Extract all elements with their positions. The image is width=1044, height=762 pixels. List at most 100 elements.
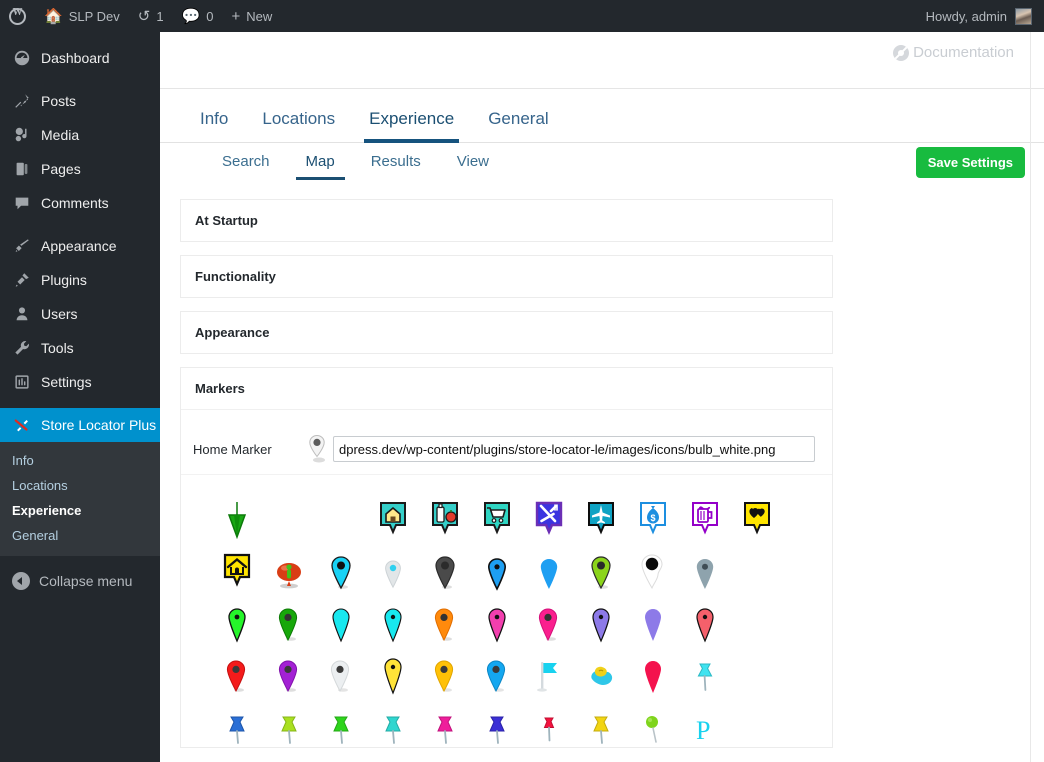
cyan-pushpin-marker[interactable] xyxy=(679,649,731,695)
marker-icon-grid: $ P xyxy=(181,475,832,747)
submenu-item-experience[interactable]: Experience xyxy=(0,498,160,523)
sidebar-item-users[interactable]: Users xyxy=(0,297,160,331)
cyan-flag-marker[interactable] xyxy=(523,649,575,695)
panel-at-startup[interactable]: At Startup xyxy=(180,199,833,242)
purple-plain-pin-marker[interactable] xyxy=(627,597,679,643)
subtab-search[interactable]: Search xyxy=(204,153,288,180)
sidebar-item-tools[interactable]: Tools xyxy=(0,331,160,365)
bank-tag-marker[interactable]: $ xyxy=(627,493,679,539)
primary-tab-bar: Info Locations Experience General xyxy=(160,89,1044,143)
marker-row: P xyxy=(181,695,832,747)
groceries-tag-marker[interactable] xyxy=(419,493,471,539)
submenu-item-general[interactable]: General xyxy=(0,523,160,548)
favorites-tag-marker[interactable] xyxy=(731,493,783,539)
blue-pushpin-marker[interactable] xyxy=(211,701,263,747)
red-person-balloon-marker[interactable] xyxy=(263,545,315,591)
sidebar-item-dashboard[interactable]: Dashboard xyxy=(0,41,160,75)
sidebar-item-posts[interactable]: Posts xyxy=(0,84,160,118)
blue-teardrop-marker[interactable] xyxy=(471,545,523,591)
indigo-pushpin-marker[interactable] xyxy=(471,701,523,747)
new-label: New xyxy=(246,8,273,24)
marker-row: $ xyxy=(181,487,832,539)
site-name-menu[interactable]: 🏠 SLP Dev xyxy=(35,0,129,32)
cyan-pin-marker[interactable] xyxy=(315,597,367,643)
parking-marker[interactable]: P xyxy=(679,701,731,747)
lime-pushpin-marker[interactable] xyxy=(263,701,315,747)
panel-functionality[interactable]: Functionality xyxy=(180,255,833,298)
pink-pin-marker[interactable] xyxy=(523,597,575,643)
airport-tag-marker[interactable] xyxy=(575,493,627,539)
bar-tag-marker[interactable] xyxy=(679,493,731,539)
home-marker-input[interactable] xyxy=(333,436,815,462)
salmon-pin-marker[interactable] xyxy=(679,597,731,643)
magenta-pin-marker[interactable] xyxy=(471,597,523,643)
tab-general[interactable]: General xyxy=(471,109,565,142)
green-teardrop-marker[interactable] xyxy=(575,545,627,591)
azure-pin-marker[interactable] xyxy=(471,649,523,695)
black-outline-teardrop-marker[interactable] xyxy=(627,545,679,591)
panel-appearance[interactable]: Appearance xyxy=(180,311,833,354)
subtab-map[interactable]: Map xyxy=(288,153,353,180)
site-name-label: SLP Dev xyxy=(68,8,120,24)
submenu-item-info[interactable]: Info xyxy=(0,448,160,473)
shopping-cart-tag-marker[interactable] xyxy=(471,493,523,539)
green-pushpin-marker[interactable] xyxy=(315,701,367,747)
tab-info[interactable]: Info xyxy=(186,109,245,142)
tab-experience[interactable]: Experience xyxy=(352,109,471,143)
green-ball-pin-marker[interactable] xyxy=(627,701,679,747)
media-icon xyxy=(12,125,32,145)
violet-pin-marker[interactable] xyxy=(575,597,627,643)
comments-menu[interactable]: 💬 0 xyxy=(173,0,223,32)
home-icon: 🏠 xyxy=(44,7,63,25)
slate-teardrop-marker[interactable] xyxy=(679,545,731,591)
sidebar-item-label: Users xyxy=(41,306,78,322)
documentation-link[interactable]: Documentation xyxy=(893,44,1014,61)
dashboard-icon xyxy=(12,48,32,68)
green-down-arrow-marker[interactable] xyxy=(211,493,263,539)
new-content-menu[interactable]: + New xyxy=(223,0,282,32)
dark-green-pin-marker[interactable] xyxy=(263,597,315,643)
collapse-menu-button[interactable]: Collapse menu xyxy=(0,564,160,598)
blue-plain-teardrop-marker[interactable] xyxy=(523,545,575,591)
documentation-bar: Documentation xyxy=(160,32,1044,89)
submenu-item-locations[interactable]: Locations xyxy=(0,473,160,498)
yellow-blue-blob-marker[interactable] xyxy=(575,649,627,695)
house-tag-marker[interactable] xyxy=(367,493,419,539)
magenta-pushpin-marker[interactable] xyxy=(419,701,471,747)
sidebar-item-media[interactable]: Media xyxy=(0,118,160,152)
cyan-teardrop-marker[interactable] xyxy=(315,545,367,591)
save-settings-button[interactable]: Save Settings xyxy=(915,147,1025,178)
sidebar-item-store-locator-plus[interactable]: Store Locator Plus xyxy=(0,408,168,442)
white-pin-marker[interactable] xyxy=(315,649,367,695)
subtab-results[interactable]: Results xyxy=(353,153,439,180)
dark-grey-teardrop-marker[interactable] xyxy=(419,545,471,591)
teal-pushpin-marker[interactable] xyxy=(367,701,419,747)
wordpress-logo-menu[interactable] xyxy=(0,0,35,32)
crimson-teardrop-marker[interactable] xyxy=(627,649,679,695)
sidebar-item-comments[interactable]: Comments xyxy=(0,186,160,220)
sidebar-item-label: Pages xyxy=(41,161,81,177)
sidebar-item-label: Store Locator Plus xyxy=(41,417,157,433)
tab-locations[interactable]: Locations xyxy=(245,109,352,142)
sidebar-item-pages[interactable]: Pages xyxy=(0,152,160,186)
bright-green-pin-marker[interactable] xyxy=(211,597,263,643)
restaurant-tag-marker[interactable] xyxy=(523,493,575,539)
yellow-home-marker[interactable] xyxy=(211,545,263,591)
panel-markers[interactable]: Markers Home Marker dpress.dev/wp-conten… xyxy=(180,367,833,748)
sidebar-item-appearance[interactable]: Appearance xyxy=(0,229,160,263)
yellow-pushpin-marker[interactable] xyxy=(575,701,627,747)
purple-pin-marker[interactable] xyxy=(263,649,315,695)
avatar[interactable] xyxy=(1015,7,1032,25)
red-small-pushpin-marker[interactable] xyxy=(523,701,575,747)
gold-pin-marker[interactable] xyxy=(419,649,471,695)
sidebar-item-settings[interactable]: Settings xyxy=(0,365,160,399)
sidebar-item-plugins[interactable]: Plugins xyxy=(0,263,160,297)
red-pin-marker[interactable] xyxy=(211,649,263,695)
light-grey-teardrop-marker[interactable] xyxy=(367,545,419,591)
orange-pin-marker[interactable] xyxy=(419,597,471,643)
cyan-dot-pin-marker[interactable] xyxy=(367,597,419,643)
updates-menu[interactable]: ↺ 1 xyxy=(129,0,173,32)
yellow-dot-pin-marker[interactable] xyxy=(367,649,419,695)
subtab-view[interactable]: View xyxy=(439,153,507,180)
howdy-label[interactable]: Howdy, admin xyxy=(926,9,1015,24)
